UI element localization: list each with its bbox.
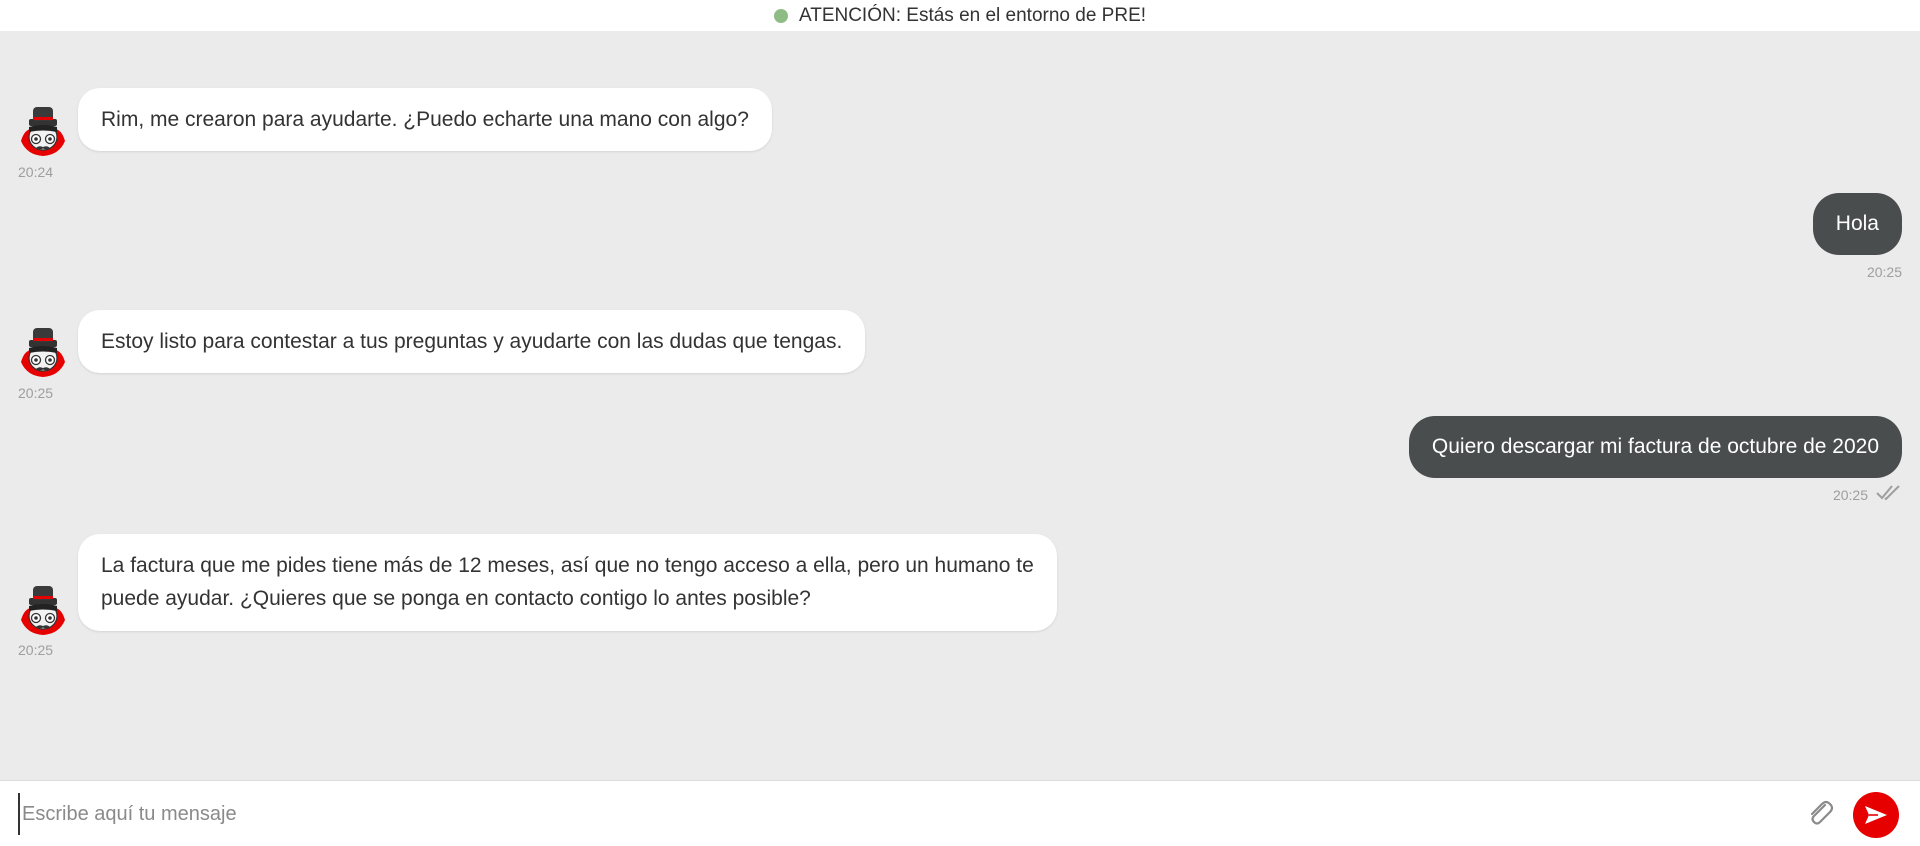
bot-avatar-icon — [19, 105, 67, 157]
message-text-line: La factura que me pides tiene más de 12 … — [101, 554, 1034, 577]
bot-message-bubble: La factura que me pides tiene más de 12 … — [78, 534, 1057, 631]
bot-message-bubble: Rim, me crearon para ayudarte. ¿Puedo ec… — [78, 88, 772, 151]
message-text-line: puede ayudar. ¿Quieres que se ponga en c… — [101, 587, 811, 610]
message-text: Quiero descargar mi factura de octubre d… — [1431, 435, 1879, 458]
message-time: 20:24 — [18, 164, 54, 180]
message-text: Estoy listo para contestar a tus pregunt… — [101, 330, 843, 353]
bot-message-bubble: Estoy listo para contestar a tus pregunt… — [78, 310, 866, 373]
message-text: Hola — [1835, 212, 1879, 235]
message-time: 20:25 — [18, 385, 54, 401]
bot-avatar-icon — [19, 584, 67, 636]
double-check-icon — [1876, 485, 1900, 501]
message-input[interactable] — [18, 793, 1788, 835]
message-text: Rim, me crearon para ayudarte. ¿Puedo ec… — [101, 108, 749, 131]
status-dot-icon — [773, 8, 788, 23]
chat-app: ATENCIÓN: Estás en el entorno de PRE! Ri… — [0, 0, 1920, 846]
user-message-bubble: Hola — [1812, 193, 1902, 255]
message-list[interactable]: Rim, me crearon para ayudarte. ¿Puedo ec… — [0, 31, 1920, 780]
composer-bar — [0, 780, 1920, 846]
bot-avatar-icon — [19, 326, 67, 378]
environment-banner: ATENCIÓN: Estás en el entorno de PRE! — [0, 0, 1920, 31]
user-message-bubble: Quiero descargar mi factura de octubre d… — [1408, 416, 1902, 478]
send-button[interactable] — [1853, 792, 1899, 838]
paperclip-icon[interactable] — [1805, 797, 1835, 829]
send-icon — [1865, 806, 1887, 824]
message-time: 20:25 — [1866, 264, 1902, 280]
message-time: 20:25 — [18, 642, 54, 658]
environment-banner-text: ATENCIÓN: Estás en el entorno de PRE! — [798, 4, 1147, 26]
message-time: 20:25 — [1832, 487, 1868, 503]
